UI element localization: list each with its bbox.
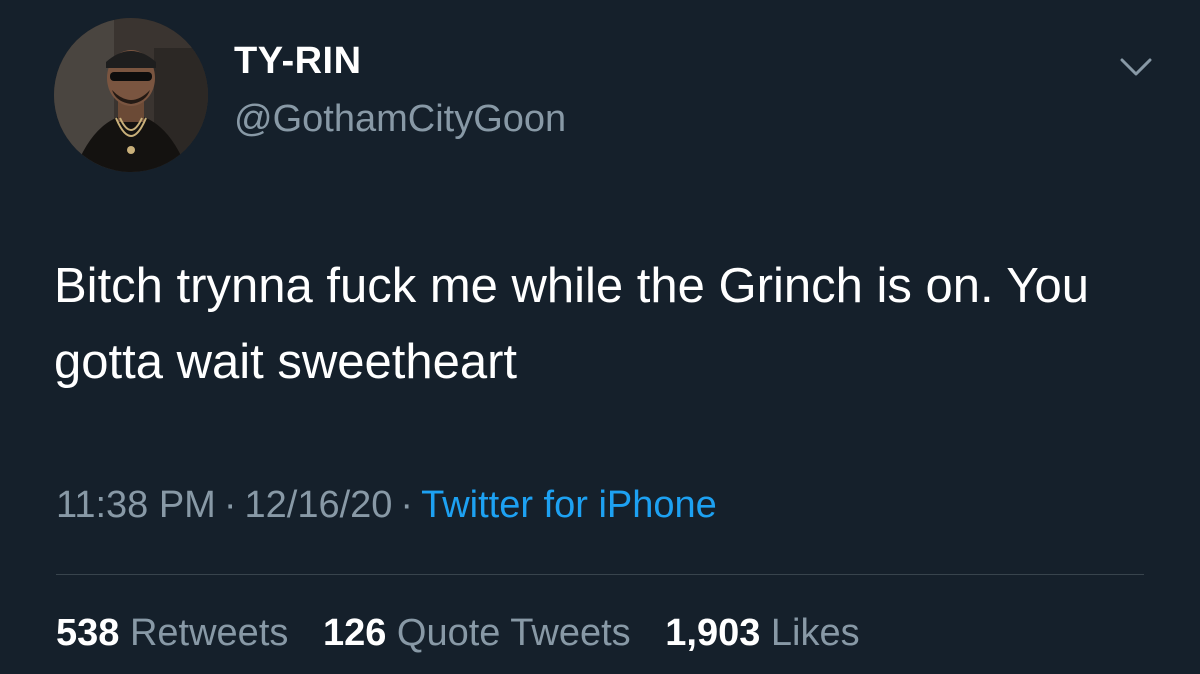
retweets-stat[interactable]: 538 Retweets	[56, 614, 288, 652]
divider	[56, 574, 1144, 575]
avatar-photo	[54, 18, 208, 172]
meta-separator: ·	[400, 484, 414, 526]
likes-stat[interactable]: 1,903 Likes	[665, 614, 859, 652]
tweet-date[interactable]: 12/16/20	[245, 484, 393, 526]
tweet-source-link[interactable]: Twitter for iPhone	[421, 484, 717, 526]
tweet-meta: 11:38 PM · 12/16/20 · Twitter for iPhone	[56, 486, 717, 524]
quote-tweets-label: Quote Tweets	[396, 612, 631, 654]
tweet-stats: 538 Retweets 126 Quote Tweets 1,903 Like…	[56, 614, 884, 652]
tweet-text: Bitch trynna fuck me while the Grinch is…	[54, 259, 1089, 389]
quote-tweets-stat[interactable]: 126 Quote Tweets	[323, 614, 631, 652]
likes-label: Likes	[770, 612, 860, 654]
user-handle[interactable]: @GothamCityGoon	[234, 100, 566, 138]
display-name[interactable]: TY-RIN	[234, 42, 362, 80]
quote-tweets-count: 126	[322, 612, 387, 654]
tweet-time[interactable]: 11:38 PM	[56, 484, 216, 526]
tweet-card: TY-RIN @GothamCityGoon Bitch trynna fuck…	[0, 0, 1200, 674]
chevron-down-icon[interactable]	[1116, 50, 1156, 82]
meta-separator: ·	[223, 484, 237, 526]
retweets-label: Retweets	[129, 612, 289, 654]
retweets-count: 538	[56, 612, 120, 654]
likes-count: 1,903	[665, 612, 761, 654]
avatar[interactable]	[54, 18, 208, 172]
